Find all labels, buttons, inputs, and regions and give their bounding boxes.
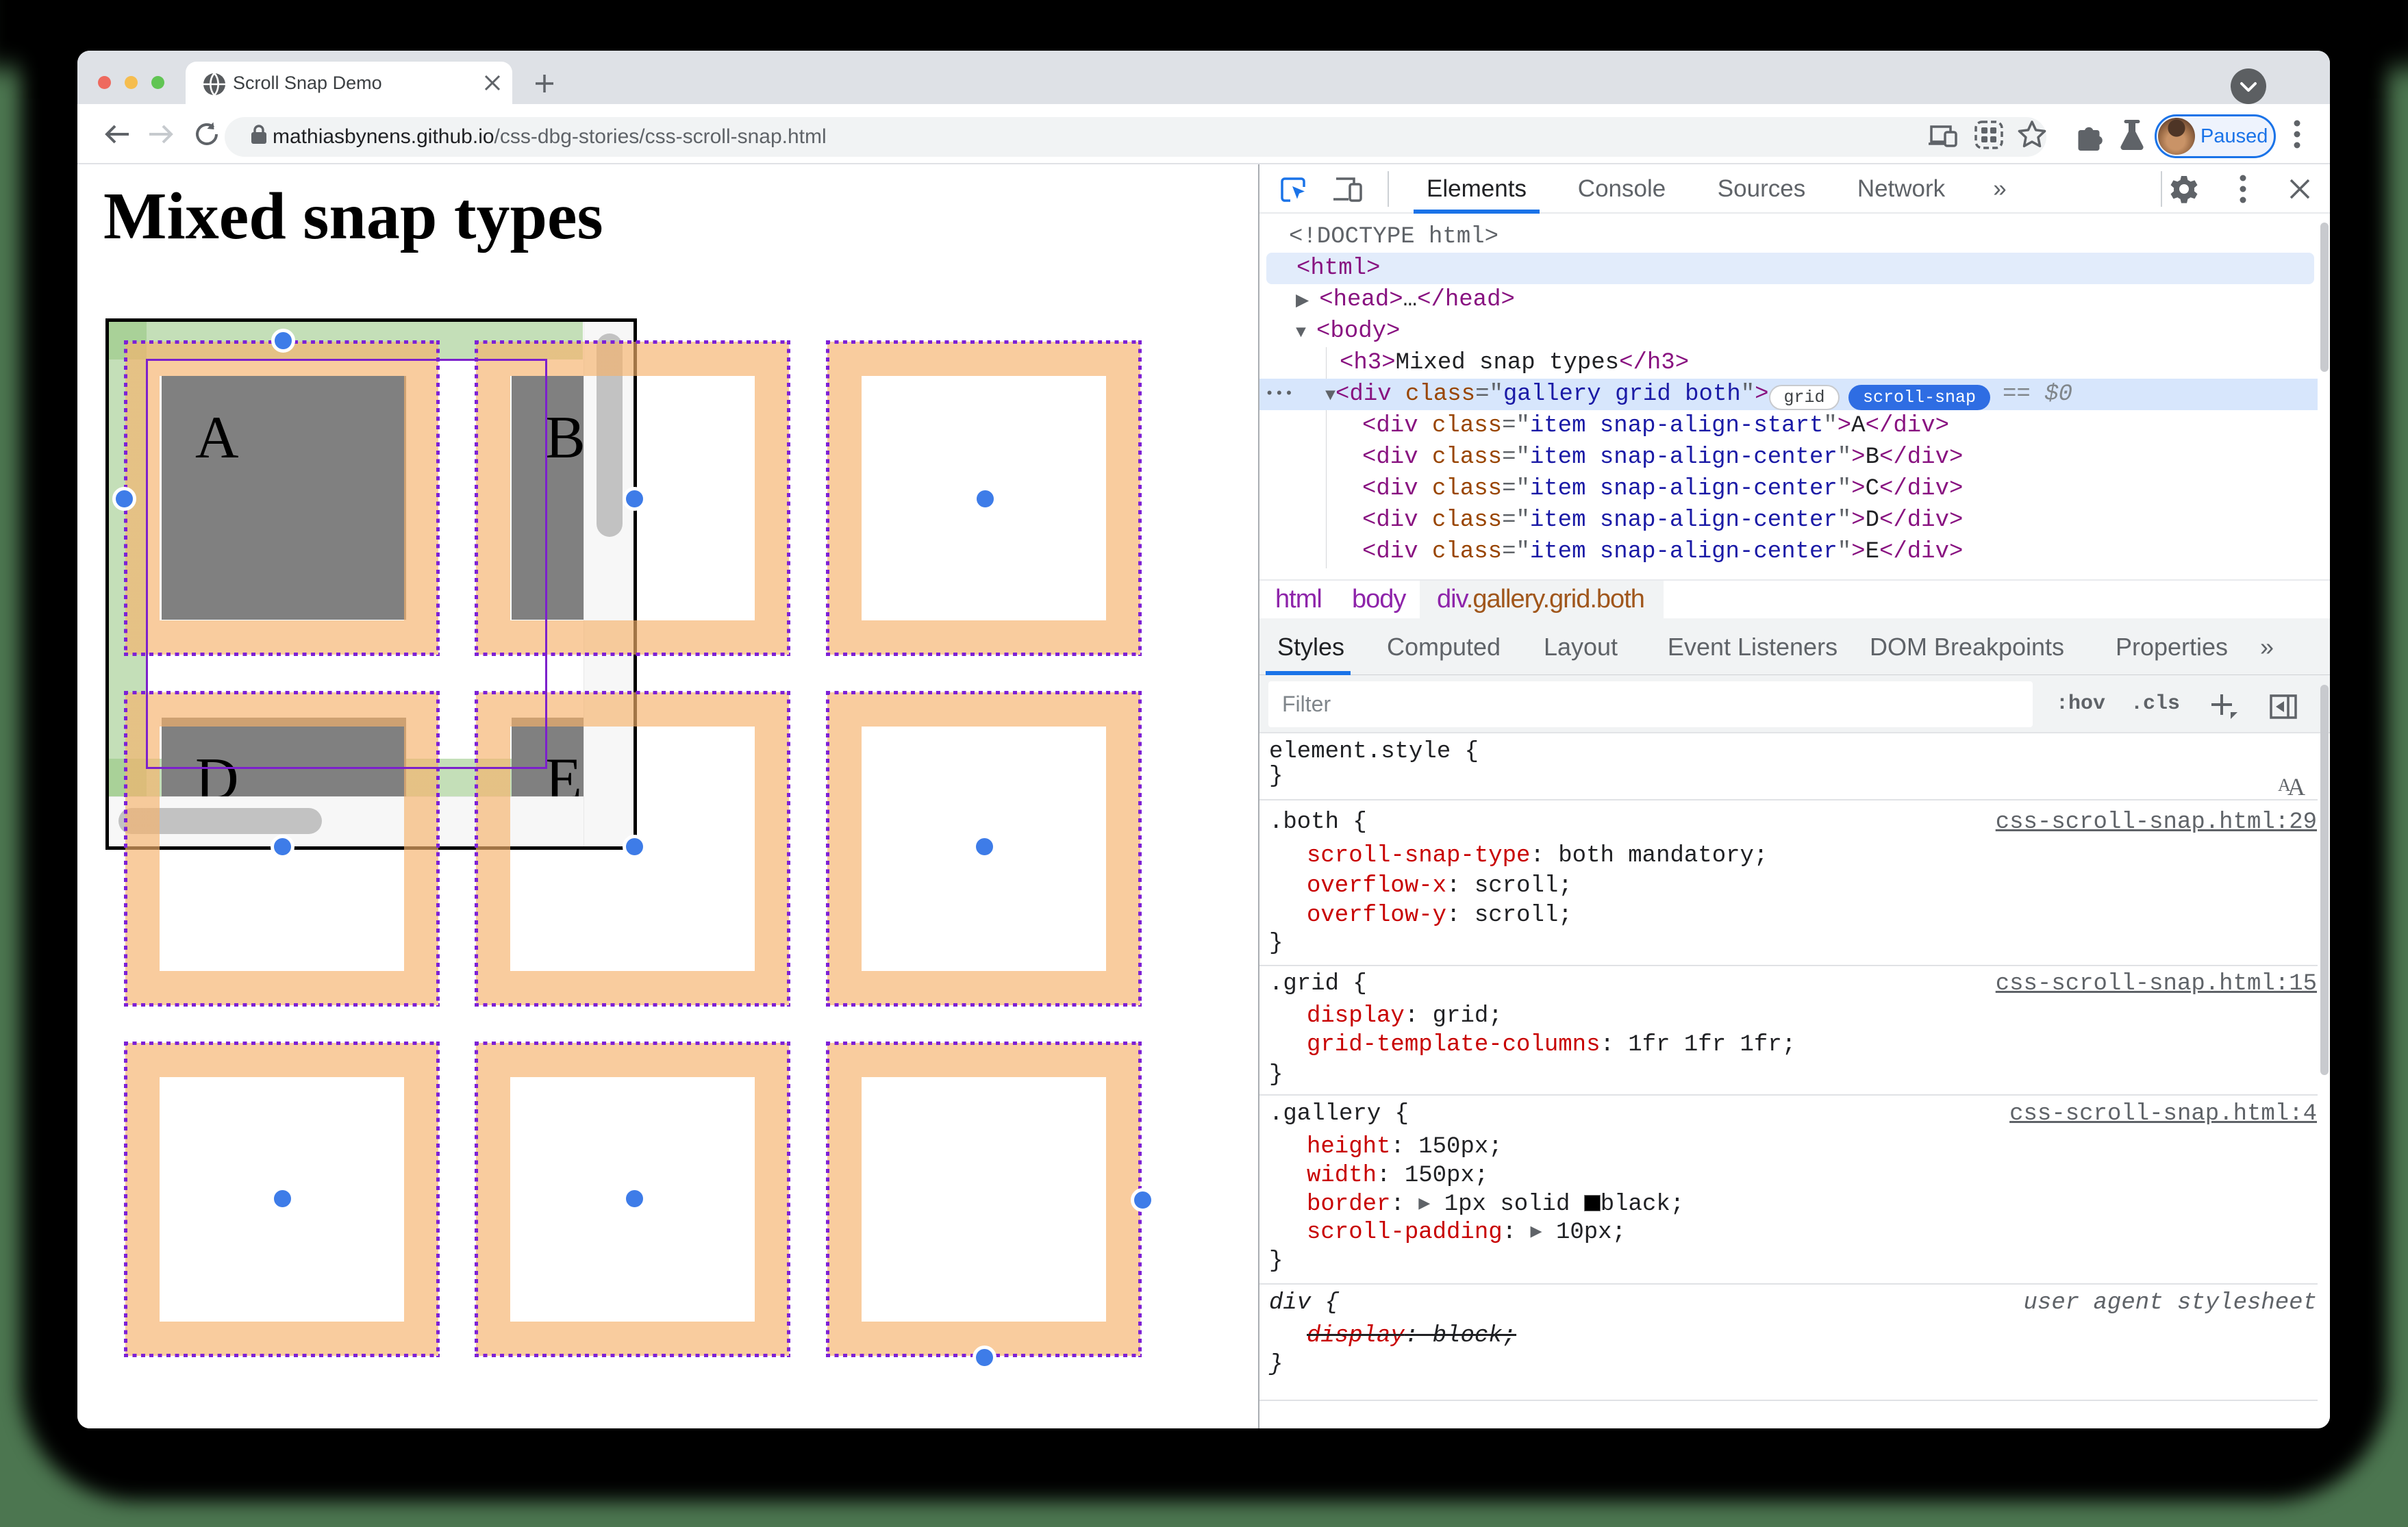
svg-text:A: A [2287,773,2305,800]
